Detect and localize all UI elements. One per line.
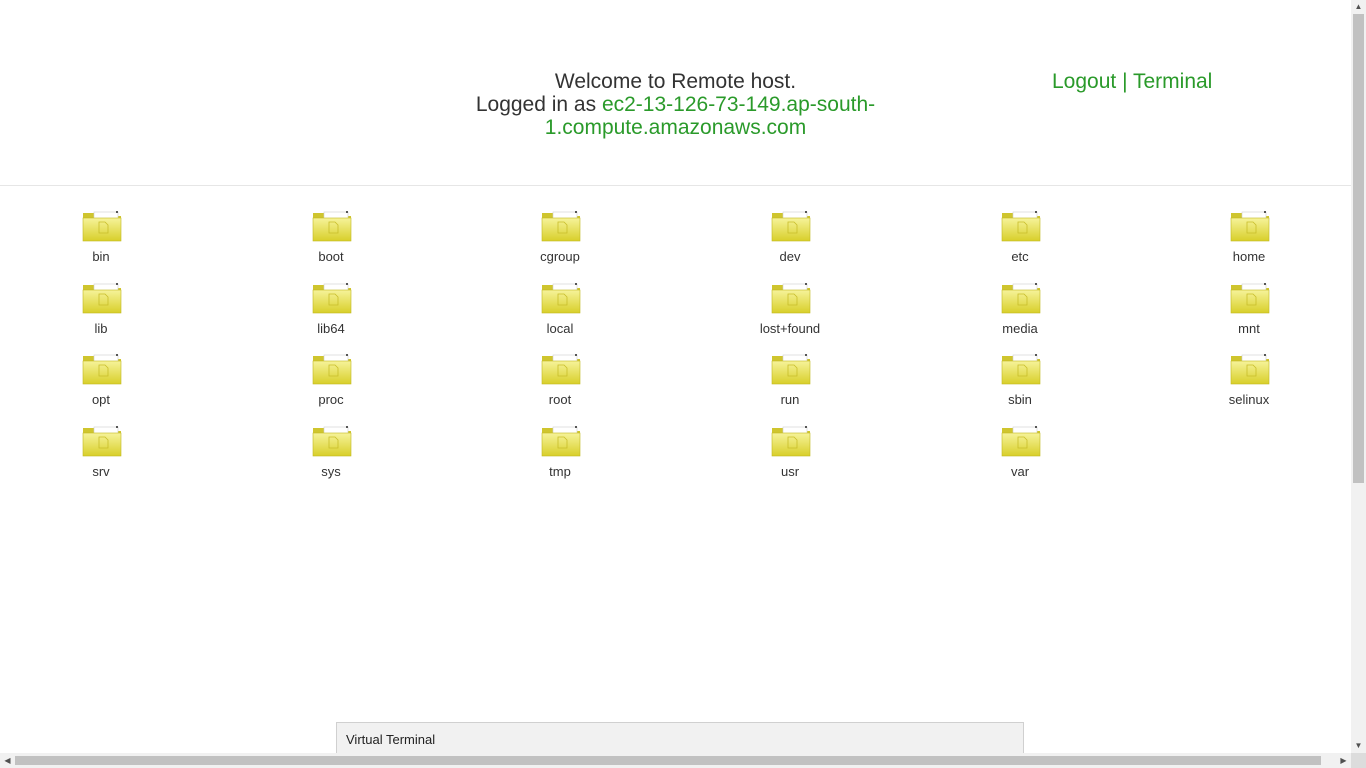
folder-item[interactable]: sbin	[970, 352, 1070, 412]
folder-icon	[541, 354, 581, 385]
virtual-terminal-panel[interactable]: Virtual Terminal	[336, 722, 1024, 754]
folder-icon	[1001, 211, 1041, 242]
folder-label: bin	[92, 249, 110, 264]
folder-icon	[82, 354, 122, 385]
folder-icon	[82, 426, 122, 457]
logged-in-prefix: Logged in as	[475, 93, 602, 116]
folder-icon	[771, 211, 811, 242]
folder-label: sys	[321, 464, 341, 479]
folder-item[interactable]: lib64	[281, 281, 381, 341]
folder-item[interactable]: run	[740, 352, 840, 412]
logged-in-line: Logged in as ec2-13-126-73-149.ap-south-…	[460, 93, 891, 139]
folder-label: proc	[318, 392, 344, 407]
header: Welcome to Remote host. Logged in as ec2…	[0, 0, 1351, 186]
link-separator: |	[1116, 70, 1133, 93]
scroll-left-icon[interactable]: ◀	[0, 753, 15, 768]
folder-icon	[541, 426, 581, 457]
folder-label: opt	[91, 392, 111, 407]
folder-label: local	[546, 321, 574, 336]
folder-item[interactable]: mnt	[1199, 281, 1299, 341]
folder-icon	[1230, 211, 1270, 242]
folder-item[interactable]: opt	[51, 352, 151, 412]
folder-item[interactable]: sys	[281, 424, 381, 484]
folder-item[interactable]: media	[970, 281, 1070, 341]
folder-icon	[312, 354, 352, 385]
folder-label: home	[1232, 249, 1266, 264]
folder-icon	[1001, 283, 1041, 314]
welcome-message: Welcome to Remote host. Logged in as ec2…	[460, 70, 891, 139]
folder-icon	[541, 211, 581, 242]
folder-icon	[1001, 354, 1041, 385]
folder-icon	[771, 283, 811, 314]
folder-icon	[1001, 426, 1041, 457]
folder-icon	[1230, 354, 1270, 385]
scroll-down-icon[interactable]: ▼	[1351, 739, 1366, 753]
folder-item[interactable]: lost+found	[740, 281, 840, 341]
folder-label: media	[1002, 321, 1038, 336]
terminal-link[interactable]: Terminal	[1133, 70, 1212, 93]
folder-label: mnt	[1238, 321, 1260, 336]
folder-icon	[312, 426, 352, 457]
folder-item[interactable]: local	[510, 281, 610, 341]
folder-icon	[771, 426, 811, 457]
folder-label: lib64	[317, 321, 345, 336]
folder-label: run	[780, 392, 800, 407]
folder-item[interactable]: root	[510, 352, 610, 412]
scroll-up-icon[interactable]: ▲	[1351, 0, 1366, 14]
folder-label: etc	[1011, 249, 1029, 264]
vertical-scrollbar[interactable]: ▲ ▼	[1351, 0, 1366, 753]
folder-item[interactable]: proc	[281, 352, 381, 412]
folder-item[interactable]: etc	[970, 209, 1070, 269]
folder-item[interactable]: cgroup	[510, 209, 610, 269]
horizontal-scrollbar[interactable]: ◀ ▶	[0, 753, 1351, 768]
vertical-scroll-thumb[interactable]	[1353, 14, 1364, 483]
folder-label: boot	[318, 249, 344, 264]
folder-item[interactable]: lib	[51, 281, 151, 341]
folder-item[interactable]: var	[970, 424, 1070, 484]
folder-label: sbin	[1008, 392, 1032, 407]
folder-icon	[1230, 283, 1270, 314]
folder-icon	[312, 211, 352, 242]
folder-label: lib	[94, 321, 108, 336]
folder-label: selinux	[1228, 392, 1270, 407]
top-links: Logout | Terminal	[1052, 70, 1212, 93]
folder-item[interactable]: dev	[740, 209, 840, 269]
folder-icon	[541, 283, 581, 314]
folder-item[interactable]: bin	[51, 209, 151, 269]
folder-label: srv	[92, 464, 110, 479]
folder-item[interactable]: selinux	[1199, 352, 1299, 412]
folder-item[interactable]: usr	[740, 424, 840, 484]
folder-icon	[312, 283, 352, 314]
folder-label: usr	[780, 464, 800, 479]
welcome-line: Welcome to Remote host.	[554, 70, 797, 93]
folder-icon	[771, 354, 811, 385]
scrollbar-corner	[1351, 753, 1366, 768]
folder-icon	[82, 283, 122, 314]
folder-icon	[82, 211, 122, 242]
horizontal-scroll-thumb[interactable]	[15, 756, 1321, 765]
folder-label: lost+found	[759, 321, 821, 336]
logout-link[interactable]: Logout	[1052, 70, 1116, 93]
folder-label: var	[1010, 464, 1030, 479]
folder-label: tmp	[549, 464, 571, 479]
folder-item[interactable]: tmp	[510, 424, 610, 484]
folder-label: dev	[779, 249, 801, 264]
folder-item[interactable]: srv	[51, 424, 151, 484]
scroll-right-icon[interactable]: ▶	[1336, 753, 1351, 768]
folder-label: root	[548, 392, 572, 407]
virtual-terminal-title: Virtual Terminal	[346, 732, 436, 747]
folder-item[interactable]: home	[1199, 209, 1299, 269]
folder-label: cgroup	[540, 249, 580, 264]
folder-item[interactable]: boot	[281, 209, 381, 269]
